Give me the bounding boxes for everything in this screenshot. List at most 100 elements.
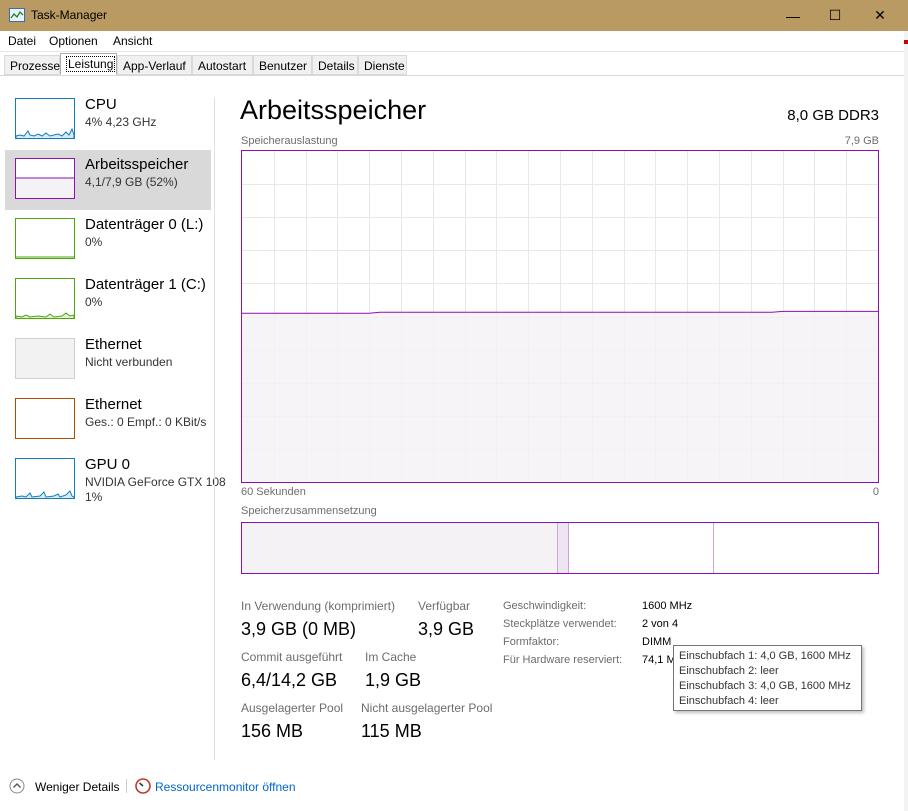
cached-label: Im Cache: [365, 650, 417, 664]
commit-label: Commit ausgeführt: [241, 650, 343, 664]
memory-composition-bar: [241, 522, 879, 574]
sidebar-item-ethernet-2[interactable]: Ethernet Ges.: 0 Empf.: 0 KBit/s: [5, 390, 211, 450]
hardware-reserved-value: 74,1 M: [642, 654, 676, 666]
speed-label: Geschwindigkeit:: [503, 600, 587, 612]
title-bar[interactable]: Task-Manager — ☐ ✕: [0, 0, 908, 31]
fewer-details-label: Weniger Details: [35, 780, 120, 794]
sidebar-item-label: CPU: [85, 96, 117, 113]
composition-free: [714, 523, 878, 573]
slots-label: Steckplätze verwendet:: [503, 618, 617, 630]
sidebar: CPU 4% 4,23 GHz Arbeitsspeicher 4,1/7,9 …: [0, 90, 226, 760]
tab-label: Dienste: [364, 59, 405, 73]
sidebar-item-sub: 0%: [85, 295, 103, 309]
tooltip-line: Einschubfach 4: leer: [679, 695, 779, 707]
sidebar-item-sub2: 1%: [85, 490, 103, 504]
sidebar-item-sub: NVIDIA GeForce GTX 108: [85, 475, 226, 489]
tab-label: Autostart: [198, 59, 247, 73]
maximize-icon: ☐: [828, 7, 842, 23]
window-title: Task-Manager: [31, 8, 108, 22]
tooltip-line: Einschubfach 2: leer: [679, 665, 779, 677]
slots-tooltip: Einschubfach 1: 4,0 GB, 1600 MHz Einschu…: [673, 645, 862, 711]
sidebar-item-ethernet-1[interactable]: Ethernet Nicht verbunden: [5, 330, 211, 390]
available-value: 3,9 GB: [418, 619, 475, 639]
tab-strip: Prozesse Leistung App-Verlauf Autostart …: [0, 53, 908, 75]
tab-details[interactable]: Details: [312, 55, 358, 75]
tab-label: Details: [318, 59, 355, 73]
close-button[interactable]: ✕: [857, 0, 903, 31]
sidebar-item-label: Ethernet: [85, 336, 142, 353]
page-title: Arbeitsspeicher: [240, 95, 427, 125]
tab-label: App-Verlauf: [123, 59, 186, 73]
footer-divider: [126, 779, 127, 793]
hardware-reserved-label: Für Hardware reserviert:: [503, 654, 623, 666]
cpu-thumbnail: [15, 98, 75, 139]
minimize-icon: —: [786, 7, 800, 24]
tab-leistung[interactable]: Leistung: [60, 53, 117, 75]
nonpaged-pool-value: 115 MB: [361, 721, 422, 741]
minimize-button[interactable]: —: [770, 0, 816, 31]
tab-autostart[interactable]: Autostart: [192, 55, 253, 75]
available-label: Verfügbar: [418, 599, 471, 613]
memory-spec: 8,0 GB DDR3: [787, 107, 879, 124]
disk1-thumbnail: [15, 278, 75, 319]
paged-pool-value: 156 MB: [241, 721, 304, 741]
menu-datei[interactable]: Datei: [8, 34, 36, 48]
tooltip-line: Einschubfach 1: 4,0 GB, 1600 MHz: [679, 650, 851, 662]
form-factor-value: DIMM: [642, 636, 672, 648]
tab-app-verlauf[interactable]: App-Verlauf: [117, 55, 192, 75]
form-factor-label: Formfaktor:: [503, 636, 560, 648]
sidebar-item-disk-0[interactable]: Datenträger 0 (L:) 0%: [5, 210, 211, 270]
tooltip-line: Einschubfach 3: 4,0 GB, 1600 MHz: [679, 680, 851, 692]
commit-value: 6,4/14,2 GB: [241, 670, 338, 690]
usage-graph-label: Speicherauslastung: [241, 135, 338, 147]
sidebar-item-cpu[interactable]: CPU 4% 4,23 GHz: [5, 90, 211, 150]
sidebar-item-gpu[interactable]: GPU 0 NVIDIA GeForce GTX 108 1%: [5, 450, 226, 510]
window-edge: [904, 31, 908, 811]
close-icon: ✕: [874, 7, 886, 23]
memory-usage-area: [242, 311, 878, 482]
tab-label: Prozesse: [10, 59, 61, 73]
sidebar-item-sub: 0%: [85, 235, 103, 249]
gpu-thumbnail: [15, 458, 75, 499]
memory-usage-graph: [241, 150, 879, 483]
sidebar-item-sub: Ges.: 0 Empf.: 0 KBit/s: [85, 415, 207, 429]
in-use-value: 3,9 GB (0 MB): [241, 619, 357, 639]
sidebar-item-label: Datenträger 1 (C:): [85, 276, 206, 293]
cached-value: 1,9 GB: [365, 670, 422, 690]
sidebar-item-sub: Nicht verbunden: [85, 355, 173, 369]
ethernet2-thumbnail: [15, 398, 75, 439]
disk0-thumbnail: [15, 218, 75, 259]
sidebar-item-memory[interactable]: Arbeitsspeicher 4,1/7,9 GB (52%): [5, 150, 211, 210]
maximize-button[interactable]: ☐: [812, 0, 858, 31]
tab-label: Leistung: [66, 56, 116, 72]
sidebar-item-sub: 4% 4,23 GHz: [85, 115, 157, 129]
sidebar-item-label: Ethernet: [85, 396, 142, 413]
menu-ansicht[interactable]: Ansicht: [113, 34, 152, 48]
tab-prozesse[interactable]: Prozesse: [4, 55, 60, 75]
slots-value: 2 von 4: [642, 618, 679, 630]
nonpaged-pool-label: Nicht ausgelagerter Pool: [361, 701, 493, 715]
tab-dienste[interactable]: Dienste: [358, 55, 407, 75]
sidebar-item-label: Datenträger 0 (L:): [85, 216, 204, 233]
menu-optionen[interactable]: Optionen: [49, 34, 98, 48]
composition-standby: [569, 523, 714, 573]
speed-value: 1600 MHz: [642, 600, 693, 612]
composition-label: Speicherzusammensetzung: [241, 505, 377, 517]
collapse-up-icon[interactable]: [9, 778, 25, 794]
sidebar-item-label: Arbeitsspeicher: [85, 156, 189, 173]
tab-label: Benutzer: [259, 59, 308, 73]
menu-divider: [0, 51, 908, 52]
sidebar-item-sub: 4,1/7,9 GB (52%): [85, 175, 178, 189]
tab-divider: [0, 75, 908, 76]
sidebar-item-disk-1[interactable]: Datenträger 1 (C:) 0%: [5, 270, 211, 330]
ethernet1-thumbnail: [15, 338, 75, 379]
tab-benutzer[interactable]: Benutzer: [253, 55, 312, 75]
usage-graph-max: 7,9 GB: [844, 135, 879, 147]
task-manager-icon: [9, 8, 25, 22]
sidebar-divider: [214, 98, 215, 760]
in-use-label: In Verwendung (komprimiert): [241, 599, 396, 613]
fewer-details-link[interactable]: Weniger Details: [35, 780, 119, 794]
resource-monitor-link[interactable]: Ressourcenmonitor öffnen: [155, 780, 296, 794]
graph-time-label: 60 Sekunden: [241, 486, 306, 498]
paged-pool-label: Ausgelagerter Pool: [241, 701, 344, 715]
